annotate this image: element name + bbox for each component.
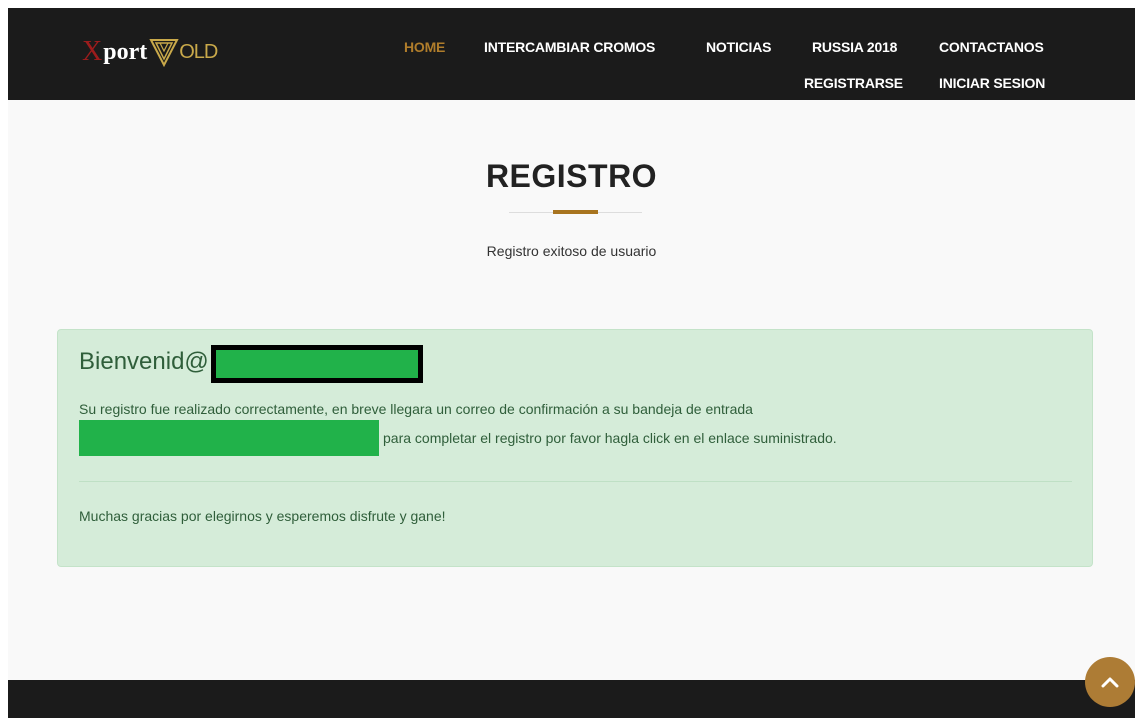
page-title: REGISTRO (485, 158, 658, 194)
site-logo[interactable]: X port OLD (82, 32, 218, 72)
scroll-to-top-button[interactable] (1085, 657, 1135, 707)
logo-name: port (103, 39, 148, 65)
page: X port OLD HOME INTERCAMBIAR CROMOS NOTI… (8, 8, 1135, 718)
alert-heading: Bienvenid@ (79, 343, 423, 383)
nav-home[interactable]: HOME (404, 39, 445, 55)
alert-message-line2-text: para completar el registro por favor hag… (383, 430, 837, 446)
alert-footer-text: Muchas gracias por elegirnos y esperemos… (79, 508, 446, 524)
alert-message-line2: para completar el registro por favor hag… (79, 420, 837, 456)
success-alert: Bienvenid@ Su registro fue realizado cor… (57, 329, 1093, 567)
nav-intercambiar-cromos[interactable]: INTERCAMBIAR CROMOS (484, 39, 655, 55)
alert-message-line1: Su registro fue realizado correctamente,… (79, 401, 753, 417)
chevron-up-icon (1101, 677, 1119, 688)
alert-divider (79, 481, 1072, 482)
page-footer (8, 680, 1135, 718)
triangle-v-icon (149, 39, 179, 67)
page-subtitle: Registro exitoso de usuario (486, 243, 657, 259)
top-navbar: X port OLD HOME INTERCAMBIAR CROMOS NOTI… (8, 8, 1135, 100)
nav-contactanos[interactable]: CONTACTANOS (939, 39, 1044, 55)
redaction-fill (215, 350, 418, 378)
nav-iniciar-sesion[interactable]: INICIAR SESION (939, 75, 1045, 91)
welcome-text: Bienvenid@ (79, 348, 209, 375)
logo-prefix: X (82, 36, 103, 67)
nav-registrarse[interactable]: REGISTRARSE (804, 75, 903, 91)
redacted-email (79, 420, 379, 456)
logo-suffix: OLD (179, 41, 218, 63)
nav-noticias[interactable]: NOTICIAS (706, 39, 771, 55)
title-accent-bar (553, 210, 598, 214)
redacted-username (210, 345, 423, 383)
nav-russia-2018[interactable]: RUSSIA 2018 (812, 39, 897, 55)
